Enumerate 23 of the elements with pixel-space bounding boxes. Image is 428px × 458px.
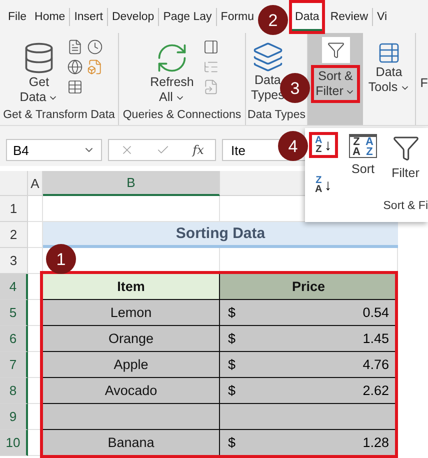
- currency-symbol: $: [228, 435, 236, 450]
- price-value: 2.62: [362, 383, 389, 398]
- table-cell: Lemon: [43, 300, 220, 326]
- table-header: Price: [220, 274, 398, 300]
- currency-symbol: $: [228, 383, 236, 398]
- group-label: Data Types: [246, 109, 306, 123]
- currency-symbol: $: [228, 357, 236, 372]
- currency-symbol: $: [228, 305, 236, 320]
- price-value: 4.76: [362, 357, 389, 372]
- step-badge: 2: [258, 5, 288, 35]
- group-label: Queries & Connections: [122, 109, 242, 123]
- group-label: Sort & Fi: [383, 200, 428, 214]
- table-cell: Banana: [43, 430, 220, 456]
- price-value: 1.28: [362, 435, 389, 450]
- price-value: 0.54: [362, 305, 389, 320]
- table-header: Item: [43, 274, 220, 300]
- currency-symbol: $: [228, 331, 236, 346]
- table-cell: Apple: [43, 352, 220, 378]
- table-cell: Orange: [43, 326, 220, 352]
- table-cell: Avocado: [43, 378, 220, 404]
- group-label: Get & Transform Data: [2, 109, 116, 123]
- sheet-title: Sorting Data: [43, 222, 398, 248]
- price-value: 1.45: [362, 331, 389, 346]
